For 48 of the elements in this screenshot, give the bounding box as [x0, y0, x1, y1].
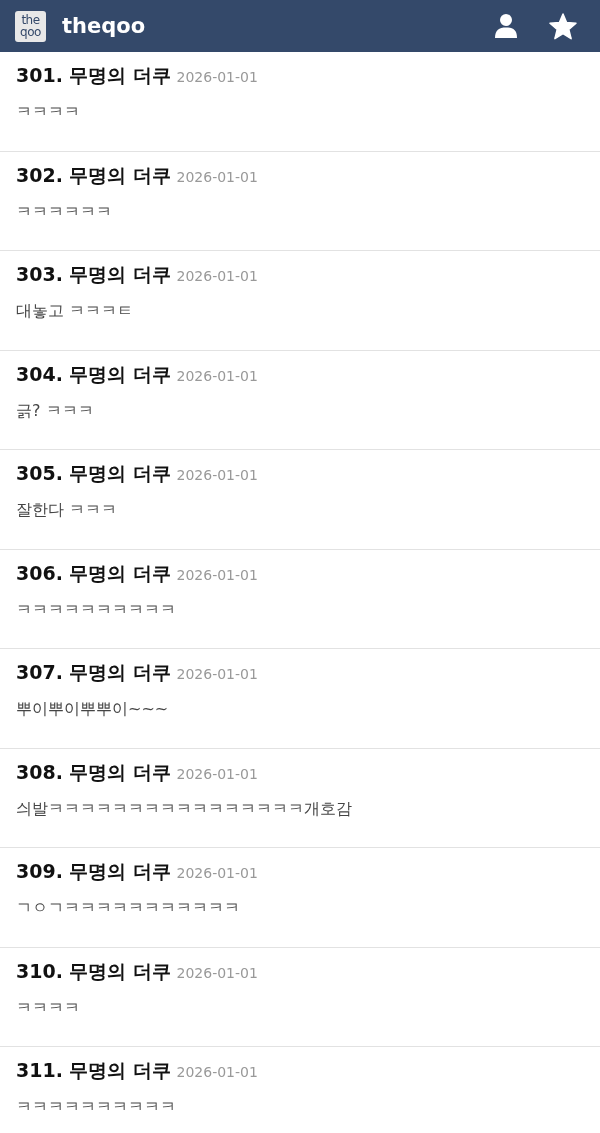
author-name: 무명의 더쿠: [68, 1058, 171, 1083]
comment-text: ㅋㅋㅋㅋㅋㅋㅋㅋㅋㅋ: [16, 599, 177, 621]
comment-text: ㅋㅋㅋㅋㅋㅋㅋㅋㅋㅋ: [16, 1097, 177, 1118]
comment-text: 싀발ㅋㅋㅋㅋㅋㅋㅋㅋㅋㅋㅋㅋㅋㅋㅋㅋ개호감: [16, 798, 353, 820]
comment-number: 305.: [16, 462, 63, 484]
site-logo[interactable]: the qoo: [15, 10, 46, 42]
comment-date: 2026-01-01: [176, 865, 258, 881]
comment-date: 2026-01-01: [176, 69, 258, 85]
comment-date: 2026-01-01: [176, 268, 258, 284]
author-name: 무명의 더쿠: [68, 759, 171, 785]
comment-text: 잘한다 ㅋㅋㅋ: [16, 500, 119, 521]
comment-number: 301.: [16, 64, 63, 86]
author-name: 무명의 더쿠: [68, 262, 171, 287]
comment-text: ㅋㅋㅋㅋ: [16, 997, 81, 1019]
comment-number: 307.: [16, 661, 63, 683]
comment-date: 2026-01-01: [176, 1064, 258, 1080]
author-name: 무명의 더쿠: [68, 162, 171, 188]
comment-number: 306.: [16, 561, 63, 584]
comment-date: 2026-01-01: [176, 964, 258, 981]
comment-date: 2026-01-01: [176, 765, 258, 782]
author-name: 무명의 더쿠: [68, 560, 171, 586]
comment-number: 308.: [16, 760, 63, 783]
comment-number: 309.: [16, 860, 63, 882]
author-name: 무명의 더쿠: [68, 361, 171, 387]
comment-number: 302.: [16, 163, 63, 186]
comment-number: 304.: [16, 362, 63, 385]
author-name: 무명의 더쿠: [68, 660, 171, 685]
comment-text: ㅋㅋㅋㅋ: [16, 102, 81, 123]
author-name: 무명의 더쿠: [68, 859, 171, 884]
comment-text: 뿌이뿌이뿌뿌이~~~: [16, 699, 170, 720]
comment-number: 311.: [16, 1059, 63, 1081]
comment-date: 2026-01-01: [176, 168, 258, 185]
comment-text: ㅋㅋㅋㅋㅋㅋ: [16, 201, 113, 223]
site-title[interactable]: theqoo: [62, 14, 146, 38]
star-icon[interactable]: [549, 12, 577, 40]
comment-date: 2026-01-01: [176, 566, 258, 583]
author-name: 무명의 더쿠: [68, 63, 171, 88]
user-icon[interactable]: [493, 13, 519, 39]
author-name: 무명의 더쿠: [68, 958, 171, 984]
comment-date: 2026-01-01: [176, 367, 258, 384]
comment-date: 2026-01-01: [176, 467, 258, 483]
author-name: 무명의 더쿠: [68, 461, 171, 486]
comment-number: 310.: [16, 959, 63, 982]
comment-text: ㄱㅇㄱㅋㅋㅋㅋㅋㅋㅋㅋㅋㅋㅋ: [16, 898, 241, 919]
comment-text: 긁? ㅋㅋㅋ: [16, 400, 95, 422]
comment-date: 2026-01-01: [176, 666, 258, 682]
comment-text: 대놓고 ㅋㅋㅋㅌ: [16, 301, 135, 322]
comment-number: 303.: [16, 263, 63, 285]
